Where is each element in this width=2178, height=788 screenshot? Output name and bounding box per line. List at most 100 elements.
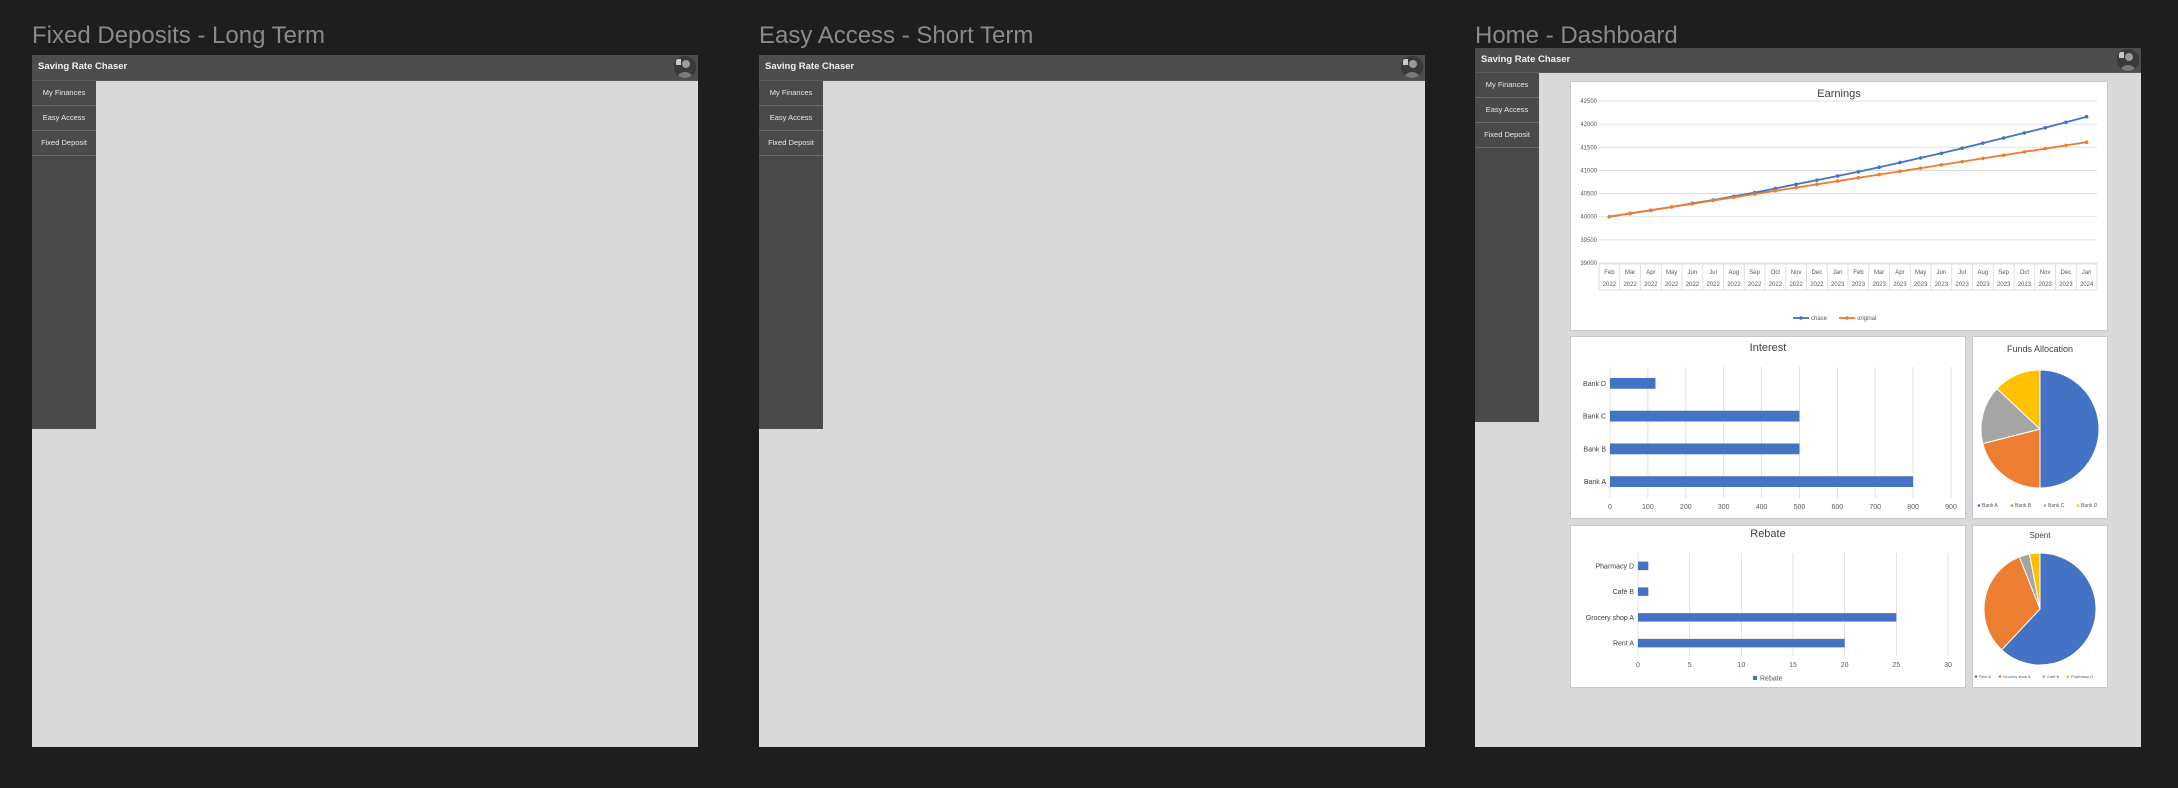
avatar-image-icon <box>1401 56 1423 78</box>
earnings-chart-card: Earnings 39000 39500 40000 40500 41000 41500 42… <box>1570 81 2108 331</box>
interest-y-tick-label: Bank D <box>1583 381 1606 388</box>
nav-easy-access[interactable]: Easy Access <box>32 106 96 131</box>
rebate-chart-card: Rebate 0 5 10 15 20 25 30 Rent A Grocery shop A Ca… <box>1570 525 1966 688</box>
earnings-legend-marker-original <box>1845 316 1849 320</box>
earnings-legend-marker-chase <box>1799 316 1803 320</box>
sidebar: My Finances Easy Access Fixed Deposit <box>32 81 96 429</box>
home-dashboard-screen: Saving Rate Chaser My Finances Easy Acce… <box>1475 48 2141 747</box>
rebate-x-tick-label: 20 <box>1841 662 1849 669</box>
earnings-point-original <box>1669 205 1674 209</box>
rebate-y-tick-label: Pharmacy D <box>1595 563 1634 570</box>
earnings-point-chase <box>1877 165 1881 169</box>
rebate-y-tick-label: Grocery shop A <box>1586 615 1635 622</box>
earnings-point-original <box>1939 163 1944 167</box>
spent-chart-title: Spent <box>2030 531 2052 540</box>
earnings-x-tick-year: 2022 <box>1665 282 1679 288</box>
spent-legend-swatch <box>1998 675 2002 678</box>
app-header: Saving Rate Chaser <box>759 55 1425 81</box>
earnings-x-tick-month: Mar <box>1625 270 1635 276</box>
earnings-x-tick-month: Apr <box>1895 270 1904 276</box>
funds-allocation-legend-label: Bank A <box>1982 503 1999 509</box>
interest-y-tick-label: Bank C <box>1583 414 1606 421</box>
earnings-point-chase <box>1794 182 1798 187</box>
rebate-x-tick-label: 30 <box>1944 662 1952 669</box>
earnings-x-tick-year: 2022 <box>1789 282 1803 288</box>
spent-chart-card: Spent Rent A Grocery shop A Café B Pharmacy … <box>1972 525 2108 688</box>
earnings-series-line-original <box>1609 141 2087 218</box>
earnings-point-chase <box>1856 170 1861 174</box>
interest-x-tick-label: 900 <box>1945 504 1957 511</box>
earnings-point-original <box>1877 172 1881 177</box>
app-title: Saving Rate Chaser <box>1481 54 1571 65</box>
interest-x-tick-label: 800 <box>1907 504 1919 511</box>
interest-x-tick-label: 400 <box>1756 504 1768 511</box>
interest-x-tick-label: 0 <box>1608 504 1612 511</box>
earnings-point-chase <box>2022 131 2027 135</box>
earnings-x-tick-year: 2024 <box>2080 282 2094 288</box>
app-header: Saving Rate Chaser <box>1475 48 2141 73</box>
earnings-y-tick-label: 39000 <box>1580 261 1597 267</box>
interest-chart-card: Interest 0 100 200 300 400 500 600 700 800 900 Bank… <box>1570 336 1966 519</box>
funds-allocation-chart-title: Funds Allocation <box>2007 344 2073 354</box>
earnings-point-original <box>1752 192 1757 196</box>
nav-fixed-deposit[interactable]: Fixed Deposit <box>759 131 823 156</box>
nav-my-finances[interactable]: My Finances <box>32 81 96 106</box>
earnings-point-original <box>1794 185 1798 190</box>
earnings-point-chase <box>1918 156 1923 160</box>
interest-x-tick-label: 600 <box>1831 504 1843 511</box>
earnings-x-tick-year: 2023 <box>1893 282 1907 288</box>
interest-bar <box>1610 410 1800 422</box>
earnings-point-chase <box>1981 141 1985 145</box>
earnings-point-original <box>2022 150 2027 154</box>
rebate-legend-label: Rebate <box>1760 676 1783 683</box>
earnings-point-original <box>1960 159 1964 164</box>
frame-title-easy-access: Easy Access - Short Term <box>759 22 1034 49</box>
earnings-y-tick-label: 40000 <box>1580 215 1597 221</box>
avatar[interactable] <box>674 56 696 78</box>
sidebar: My Finances Easy Access Fixed Deposit <box>1475 73 1539 422</box>
earnings-x-tick-year: 2022 <box>1727 282 1741 288</box>
fixed-deposits-screen: Saving Rate Chaser My Finances Easy Acce… <box>32 55 698 747</box>
earnings-x-tick-year: 2023 <box>1872 282 1886 288</box>
avatar[interactable] <box>1401 56 1423 78</box>
interest-x-tick-label: 100 <box>1642 504 1654 511</box>
funds-allocation-legend-swatch <box>2076 504 2080 507</box>
app-title: Saving Rate Chaser <box>765 61 855 72</box>
easy-access-screen: Saving Rate Chaser My Finances Easy Acce… <box>759 55 1425 747</box>
earnings-x-tick-year: 2022 <box>1706 282 1720 288</box>
earnings-x-tick-year: 2023 <box>1997 282 2011 288</box>
nav-my-finances[interactable]: My Finances <box>759 81 823 106</box>
avatar-image-icon <box>2117 49 2139 71</box>
nav-fixed-deposit[interactable]: Fixed Deposit <box>32 131 96 156</box>
avatar[interactable] <box>2117 49 2139 71</box>
funds-allocation-slice <box>2039 369 2100 489</box>
earnings-x-tick-year: 2022 <box>1686 282 1700 288</box>
nav-easy-access[interactable]: Easy Access <box>759 106 823 131</box>
app-title: Saving Rate Chaser <box>38 61 128 72</box>
earnings-x-tick-month: Mar <box>1874 270 1884 276</box>
interest-x-tick-label: 500 <box>1794 504 1806 511</box>
spent-chart: Spent Rent A Grocery shop A Café B Pharmacy … <box>1974 531 2097 679</box>
earnings-legend-label-chase: chase <box>1811 316 1828 322</box>
earnings-x-tick-year: 2023 <box>2038 282 2052 288</box>
avatar-image-icon <box>674 56 696 78</box>
earnings-y-tick-label: 42500 <box>1580 99 1597 105</box>
earnings-point-original <box>1628 211 1632 216</box>
earnings-x-tick-year: 2022 <box>1603 282 1617 288</box>
rebate-bar <box>1638 587 1649 596</box>
earnings-x-tick-month: May <box>1666 270 1677 276</box>
earnings-x-tick-month: Feb <box>1853 270 1864 276</box>
earnings-x-tick-year: 2022 <box>1810 282 1824 288</box>
spent-legend-label: Café B <box>2047 674 2060 679</box>
nav-easy-access[interactable]: Easy Access <box>1475 98 1539 123</box>
earnings-point-chase <box>1898 160 1902 165</box>
nav-fixed-deposit[interactable]: Fixed Deposit <box>1475 123 1539 148</box>
interest-x-tick-label: 200 <box>1680 504 1692 511</box>
interest-x-tick-label: 300 <box>1718 504 1730 511</box>
earnings-x-tick-month: Dec <box>1812 270 1823 276</box>
interest-x-tick-label: 700 <box>1869 504 1881 511</box>
nav-my-finances[interactable]: My Finances <box>1475 73 1539 98</box>
rebate-x-tick-label: 15 <box>1789 662 1797 669</box>
earnings-point-original <box>1690 201 1695 206</box>
interest-bar <box>1610 476 1914 488</box>
